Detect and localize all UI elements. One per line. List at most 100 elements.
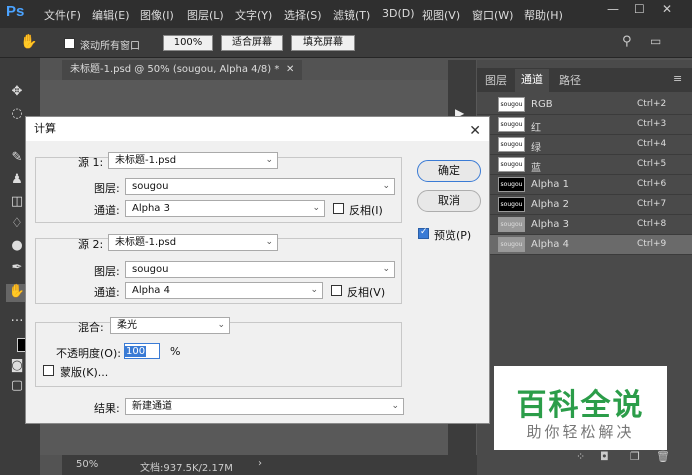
source2-invert-checkbox[interactable] [331, 285, 342, 296]
visibility-toggle[interactable] [481, 98, 491, 110]
channel-name: RGB [531, 99, 553, 110]
channel-row[interactable]: sougou Alpha 1 Ctrl+6 [477, 175, 692, 195]
channel-row[interactable]: sougou Alpha 2 Ctrl+7 [477, 195, 692, 215]
channel-row[interactable]: sougou 蓝 Ctrl+5 [477, 155, 692, 175]
source2-label: 源 2: [78, 238, 104, 251]
channel-name: 绿 [531, 143, 541, 154]
channel-name: 蓝 [531, 163, 541, 174]
channel-row[interactable]: sougou 红 Ctrl+3 [477, 115, 692, 135]
menu-3d[interactable]: 3D(D) [382, 7, 415, 20]
cancel-button[interactable]: 取消 [417, 190, 481, 212]
source2-file-value: 未标题-1.psd [115, 237, 177, 248]
source1-invert-checkbox[interactable] [333, 203, 344, 214]
channel-name: Alpha 3 [531, 219, 569, 230]
source1-invert-label: 反相(I) [349, 204, 383, 217]
hand-icon[interactable]: ✋ [20, 34, 37, 50]
load-selection-icon[interactable]: ⁘ [576, 450, 585, 463]
fill-screen-button[interactable]: 填充屏幕 [291, 35, 355, 51]
channel-thumbnail: sougou [498, 97, 525, 112]
source2-layer-value: sougou [132, 264, 169, 275]
document-tab[interactable]: 未标题-1.psd @ 50% (sougou, Alpha 4/8) * ✕ [62, 60, 302, 80]
chevron-down-icon: ⌄ [382, 181, 390, 191]
tab-channels[interactable]: 通道 [515, 69, 549, 92]
zoom-100-button[interactable]: 100% [163, 35, 213, 51]
chevron-down-icon: ⌄ [382, 264, 390, 274]
save-selection-icon[interactable]: ◘ [600, 450, 609, 463]
blend-mode-select[interactable]: 柔光 ⌄ [110, 317, 230, 334]
channel-thumbnail: sougou [498, 137, 525, 152]
preview-label: 预览(P) [434, 229, 472, 242]
source1-channel-label: 通道: [94, 204, 120, 217]
menu-edit[interactable]: 编辑(E) [92, 7, 130, 23]
channel-row[interactable]: sougou Alpha 3 Ctrl+8 [477, 215, 692, 235]
menu-window[interactable]: 窗口(W) [472, 7, 513, 23]
trash-icon[interactable]: 🗑 [656, 450, 670, 463]
channel-thumbnail: sougou [498, 157, 525, 172]
ok-button[interactable]: 确定 [417, 160, 481, 182]
source2-layer-label: 图层: [94, 265, 120, 278]
dialog-title: 计算 [34, 122, 56, 135]
channel-name: 红 [531, 123, 541, 134]
menu-view[interactable]: 视图(V) [422, 7, 460, 23]
chevron-down-icon: ⌄ [391, 401, 399, 411]
channel-thumbnail: sougou [498, 237, 525, 252]
maximize-icon[interactable]: ☐ [634, 2, 645, 16]
chevron-down-icon: ⌄ [310, 285, 318, 295]
calculations-dialog: 计算 ✕ 源 1: 未标题-1.psd ⌄ 图层: sougou ⌄ 通道: Alp… [25, 116, 490, 424]
chevron-down-icon: ⌄ [265, 155, 273, 165]
opacity-value: 100 [125, 346, 147, 357]
opacity-label: 不透明度(O): [56, 347, 121, 360]
menu-filter[interactable]: 滤镜(T) [333, 7, 370, 23]
move-tool-icon[interactable]: ✥ [6, 84, 28, 102]
source1-channel-value: Alpha 3 [132, 203, 170, 214]
menu-file[interactable]: 文件(F) [44, 7, 81, 23]
channel-thumbnail: sougou [498, 177, 525, 192]
mask-checkbox[interactable] [43, 365, 54, 376]
source2-invert-label: 反相(V) [347, 286, 386, 299]
tab-paths[interactable]: 路径 [559, 72, 581, 88]
status-arrow-icon[interactable]: › [258, 458, 262, 469]
menu-select[interactable]: 选择(S) [284, 7, 322, 23]
source2-channel-select[interactable]: Alpha 4 ⌄ [125, 282, 323, 299]
channel-shortcut: Ctrl+6 [637, 179, 667, 189]
minimize-icon[interactable]: — [607, 2, 619, 16]
chevron-down-icon: ⌄ [312, 203, 320, 213]
channel-row[interactable]: sougou 绿 Ctrl+4 [477, 135, 692, 155]
channel-shortcut: Ctrl+4 [637, 139, 667, 149]
panel-menu-icon[interactable]: ≡ [673, 72, 682, 85]
source1-channel-select[interactable]: Alpha 3 ⌄ [125, 200, 325, 217]
dialog-title-bar: 计算 ✕ [26, 117, 489, 141]
menu-image[interactable]: 图像(I) [140, 7, 174, 23]
scroll-all-checkbox[interactable] [64, 38, 75, 49]
source2-file-select[interactable]: 未标题-1.psd ⌄ [108, 234, 278, 251]
search-icon[interactable]: ⚲ [622, 34, 632, 49]
menu-help[interactable]: 帮助(H) [524, 7, 563, 23]
result-value: 新建通道 [132, 401, 172, 412]
new-channel-icon[interactable]: ❐ [630, 450, 640, 463]
channel-shortcut: Ctrl+5 [637, 159, 667, 169]
tab-layers[interactable]: 图层 [485, 72, 507, 88]
zoom-level[interactable]: 50% [76, 459, 98, 470]
channel-thumbnail: sougou [498, 117, 525, 132]
fit-screen-button[interactable]: 适合屏幕 [221, 35, 283, 51]
channel-shortcut: Ctrl+8 [637, 219, 667, 229]
document-info: 文档:937.5K/2.17M [140, 463, 233, 474]
workspace-icon[interactable]: ▭ [650, 34, 661, 48]
channel-row[interactable]: sougou Alpha 4 Ctrl+9 [477, 235, 692, 255]
source2-channel-value: Alpha 4 [132, 285, 170, 296]
source1-file-select[interactable]: 未标题-1.psd ⌄ [108, 152, 278, 169]
close-icon[interactable]: ✕ [662, 2, 672, 16]
menu-layer[interactable]: 图层(L) [187, 7, 224, 23]
source1-layer-select[interactable]: sougou ⌄ [125, 178, 395, 195]
source2-layer-select[interactable]: sougou ⌄ [125, 261, 395, 278]
opacity-input[interactable]: 100 [124, 343, 160, 359]
result-label: 结果: [94, 402, 120, 415]
preview-checkbox[interactable] [418, 227, 429, 239]
result-select[interactable]: 新建通道 ⌄ [125, 398, 404, 415]
channel-row[interactable]: sougou RGB Ctrl+2 [477, 95, 692, 115]
close-tab-icon[interactable]: ✕ [286, 60, 294, 80]
blend-mode-value: 柔光 [117, 320, 137, 331]
menu-type[interactable]: 文字(Y) [235, 7, 272, 23]
dialog-close-icon[interactable]: ✕ [469, 119, 481, 143]
channel-shortcut: Ctrl+3 [637, 119, 667, 129]
